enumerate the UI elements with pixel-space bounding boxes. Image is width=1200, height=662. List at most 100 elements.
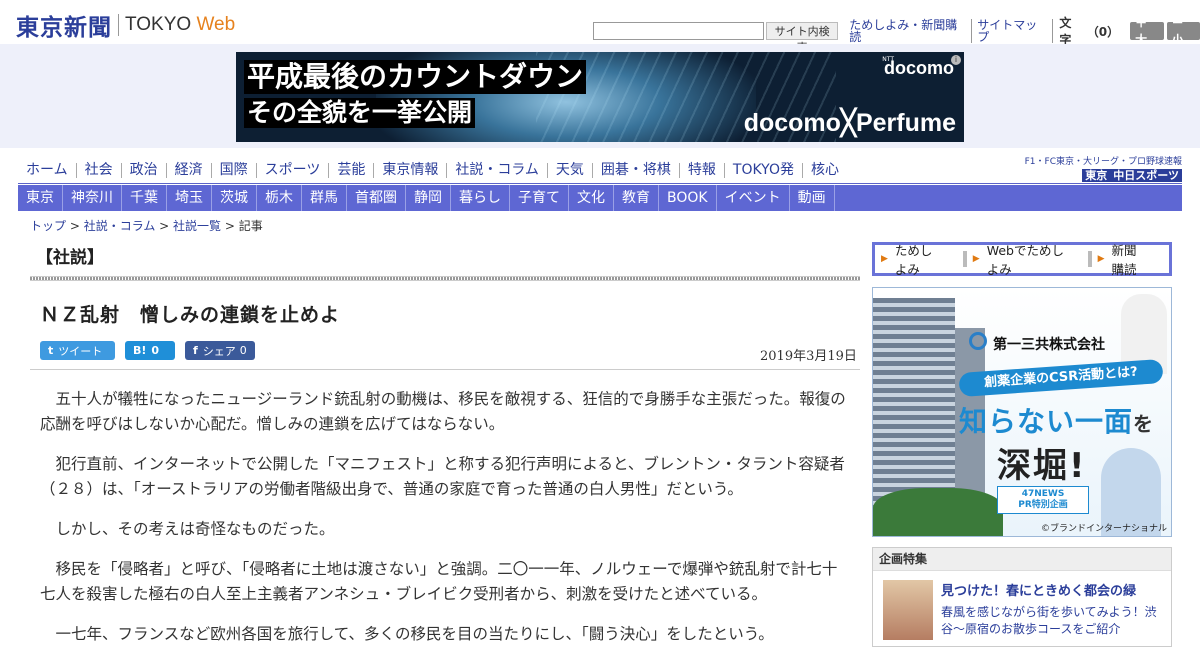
daiichi-sankyo-logo-icon xyxy=(969,332,987,350)
nav2-item-culture[interactable]: 文化 xyxy=(569,185,614,211)
breadcrumb-separator: > xyxy=(66,219,84,233)
breadcrumb-top[interactable]: トップ xyxy=(30,219,66,233)
nav2-item-video[interactable]: 動画 xyxy=(790,185,835,211)
nav2-item-tochigi[interactable]: 栃木 xyxy=(257,185,302,211)
subscription-links: ▶ ためしよみ ▶ Webでためしよみ ▶ 新聞購読 xyxy=(872,240,1172,278)
nav-item-sports[interactable]: スポーツ xyxy=(257,162,330,178)
arrow-right-icon: ▶ xyxy=(881,254,888,264)
article-paragraph: 五十人が犠牲になったニュージーランド銃乱射の動機は、移民を敵視する、狂信的で身勝… xyxy=(40,390,846,433)
nav2-item-gunma[interactable]: 群馬 xyxy=(302,185,347,211)
ad-47news-badge: 47NEWS PR特別企画 xyxy=(997,486,1089,514)
facebook-icon: f xyxy=(193,344,198,357)
ad-headline-2: 深堀! xyxy=(997,446,1087,486)
sports-link-caption: F1・FC東京・大リーグ・プロ野球速報 xyxy=(1024,157,1182,167)
site-header: 東京新聞 TOKYO Web サイト内検索 ためしよみ・新聞購読 サイトマップ … xyxy=(0,0,1200,54)
nav-divider xyxy=(18,183,1182,184)
hatena-icon: B! xyxy=(133,344,147,357)
nav2-item-shutoken[interactable]: 首都圏 xyxy=(347,185,406,211)
header-link-subscribe[interactable]: ためしよみ・新聞購読 xyxy=(844,19,973,43)
tweet-label: ツイート xyxy=(58,344,103,358)
nav2-item-kanagawa[interactable]: 神奈川 xyxy=(63,185,122,211)
text-larger-button[interactable]: ＋大 xyxy=(1130,16,1164,47)
facebook-share-button[interactable]: f シェア 0 xyxy=(185,341,255,360)
sidebar-link-subscribe-label: 新聞購読 xyxy=(1111,243,1137,277)
ad-tagline: 創薬企業のCSR活動とは? xyxy=(958,358,1164,398)
facebook-label: シェア xyxy=(202,344,236,358)
nav2-item-chiba[interactable]: 千葉 xyxy=(122,185,167,211)
article-body: 五十人が犠牲になったニュージーランド銃乱射の動機は、移民を敵視する、狂信的で身勝… xyxy=(40,387,850,662)
feature-title-link[interactable]: 見つけた！春にときめく都会の緑 xyxy=(941,580,1136,599)
nav2-item-saitama[interactable]: 埼玉 xyxy=(167,185,212,211)
ad-pr-label: PR特別企画 xyxy=(1018,500,1068,510)
nav-item-economy[interactable]: 経済 xyxy=(167,162,212,178)
nav-item-politics[interactable]: 政治 xyxy=(122,162,167,178)
ad-credit: ©ブランドインターナショナル xyxy=(1040,524,1167,534)
nav-item-tokyo-hatsu[interactable]: TOKYO発 xyxy=(725,162,803,178)
site-search-button[interactable]: サイト内検索 xyxy=(766,22,839,54)
nav2-item-events[interactable]: イベント xyxy=(717,185,790,211)
nav-item-tokyo-info[interactable]: 東京情報 xyxy=(374,162,448,178)
sidebar-link-web-trial[interactable]: ▶ Webでためしよみ xyxy=(973,240,1082,278)
site-search-input[interactable] xyxy=(593,22,764,40)
text-smaller-button[interactable]: －小 xyxy=(1166,16,1200,47)
nav2-item-shizuoka[interactable]: 静岡 xyxy=(406,185,451,211)
sidebar-link-trial[interactable]: ▶ ためしよみ xyxy=(881,240,957,278)
nav-item-tokuho[interactable]: 特報 xyxy=(680,162,725,178)
hatena-count: 0 xyxy=(151,344,160,357)
ad-headline-1-suffix: を xyxy=(1133,412,1155,436)
nav-item-kakushin[interactable]: 核心 xyxy=(803,162,847,178)
nav-item-international[interactable]: 国際 xyxy=(212,162,257,178)
header-tools: サイト内検索 ためしよみ・新聞購読 サイトマップ 文字 （0） ＋大 －小 xyxy=(593,14,1200,54)
feature-description[interactable]: 春風を感じながら街を歩いてみよう！渋谷～原宿のお散歩コースをご紹介 xyxy=(941,604,1167,638)
nav2-item-book[interactable]: BOOK xyxy=(659,185,717,211)
banner-collab-text: docomo╳Perfume xyxy=(743,109,956,137)
banner-docomo-logo: docomo xyxy=(884,58,954,78)
nav2-item-living[interactable]: 暮らし xyxy=(451,185,510,211)
article-date: 2019年3月19日 xyxy=(760,349,857,364)
sports-link-logo: 東京 中日スポーツ xyxy=(1024,167,1182,183)
top-banner-ad[interactable]: 平成最後のカウントダウン その全貌を一挙公開 NTT docomo docomo… xyxy=(236,52,964,142)
section-title: 【社説】 xyxy=(36,248,104,268)
hatena-bookmark-button[interactable]: B! 0 xyxy=(125,341,175,360)
ad-47news-label: 47NEWS xyxy=(1021,489,1065,499)
nav2-item-education[interactable]: 教育 xyxy=(614,185,659,211)
link-divider xyxy=(1087,251,1092,267)
chunichi-sports-link[interactable]: F1・FC東京・大リーグ・プロ野球速報 東京 中日スポーツ xyxy=(1024,154,1182,183)
nav-item-home[interactable]: ホーム xyxy=(18,162,77,178)
banner-headline-1: 平成最後のカウントダウン xyxy=(244,60,587,94)
header-link-sitemap[interactable]: サイトマップ xyxy=(972,19,1054,43)
sidebar-link-web-trial-label: Webでためしよみ xyxy=(986,243,1064,277)
breadcrumb-current: 記事 xyxy=(238,219,263,233)
ad-info-icon[interactable]: i xyxy=(951,55,961,65)
breadcrumb-editorial-list[interactable]: 社説一覧 xyxy=(173,219,221,233)
feature-thumbnail[interactable] xyxy=(883,580,933,640)
ad-trees xyxy=(873,488,1003,536)
nav-item-entertainment[interactable]: 芸能 xyxy=(329,162,375,178)
sidebar-link-trial-label: ためしよみ xyxy=(894,243,933,277)
nav-item-weather[interactable]: 天気 xyxy=(548,162,593,178)
sidebar-ad[interactable]: 第一三共株式会社 創薬企業のCSR活動とは? 知らない一面を 深堀! 47NEW… xyxy=(872,287,1172,537)
twitter-icon: t xyxy=(48,344,54,357)
nav-item-editorials[interactable]: 社説・コラム xyxy=(447,162,548,178)
nav-item-go-shogi[interactable]: 囲碁・将棋 xyxy=(593,162,680,178)
breadcrumb-separator: > xyxy=(155,219,174,233)
article-rule xyxy=(30,369,860,370)
site-logo[interactable]: 東京新聞 TOKYO Web xyxy=(16,8,235,42)
sports-logo-prefix: 東京 xyxy=(1082,169,1111,182)
nav2-item-tokyo[interactable]: 東京 xyxy=(18,185,63,211)
nav-item-society[interactable]: 社会 xyxy=(77,162,122,178)
article-headline: ＮＺ乱射 憎しみの連鎖を止めよ xyxy=(40,304,341,326)
secondary-nav: 東京 神奈川 千葉 埼玉 茨城 栃木 群馬 首都圏 静岡 暮らし 子育て 文化 … xyxy=(18,185,1182,211)
nav2-item-ibaraki[interactable]: 茨城 xyxy=(212,185,257,211)
share-buttons: t ツイート B! 0 f シェア 0 xyxy=(40,341,265,360)
tweet-button[interactable]: t ツイート xyxy=(40,341,115,360)
primary-nav: ホーム 社会 政治 経済 国際 スポーツ 芸能 東京情報 社説・コラム 天気 囲… xyxy=(18,158,847,182)
link-divider xyxy=(962,251,967,267)
text-size-count: （0） xyxy=(1086,24,1120,39)
nav2-item-parenting[interactable]: 子育て xyxy=(510,185,569,211)
facebook-count: 0 xyxy=(239,344,247,357)
sidebar-link-subscribe[interactable]: ▶ 新聞購読 xyxy=(1098,240,1163,278)
article-paragraph: 移民を「侵略者」と呼び、「侵略者に土地は渡さない」と強調。二〇一一年、ノルウェー… xyxy=(40,560,838,603)
breadcrumb-editorial-column[interactable]: 社説・コラム xyxy=(84,219,156,233)
logo-japanese: 東京新聞 xyxy=(16,14,112,41)
